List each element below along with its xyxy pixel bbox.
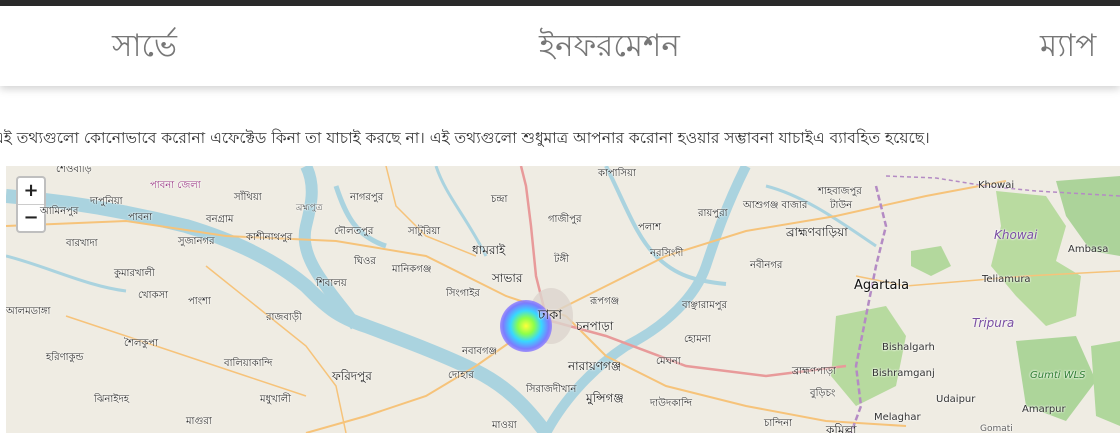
road xyxy=(385,166,477,257)
map-label: ব্রাহ্মণপাড়া xyxy=(792,366,836,377)
map-label: পলাশ xyxy=(638,222,662,233)
navbar: সার্ভে ইনফরমেশন ম্যাপ xyxy=(0,6,1120,86)
map-label: দোহার xyxy=(448,370,474,381)
map-label: বাঞ্ছারামপুর xyxy=(682,300,728,311)
map-label: Amarpur xyxy=(1022,404,1066,415)
map-label: নবাবগঞ্জ xyxy=(462,346,498,357)
nav-link-survey[interactable]: সার্ভে xyxy=(112,22,177,74)
map-label: টাউন xyxy=(830,200,853,211)
map-label: ঢাকা xyxy=(538,308,562,323)
map-label: বনগ্রাম xyxy=(206,214,234,225)
forest-area xyxy=(911,246,951,276)
map-label: ঘিওর xyxy=(354,256,376,267)
map-label: সিরাজদীখান xyxy=(526,384,577,395)
river-jamuna xyxy=(298,166,361,330)
forest-area xyxy=(1091,341,1120,426)
map-label: হরিণাকুন্ড xyxy=(46,352,84,363)
disclaimer-text: এই তথ্যগুলো কোনোভাবে করোনা এফেক্টেড কিনা… xyxy=(0,129,930,147)
map-label: বারখাদা xyxy=(66,238,98,249)
map-label: চন্দ্রা xyxy=(491,194,508,205)
zoom-in-button[interactable]: + xyxy=(18,178,44,205)
map-label: Melaghar xyxy=(874,412,921,423)
map-label: রায়পুরা xyxy=(698,208,728,219)
map-label: হোমনা xyxy=(684,334,711,345)
map-label: খোকসা xyxy=(138,290,169,301)
map-label: Bishalgarh xyxy=(882,342,935,353)
map-label: পাংশা xyxy=(188,296,211,307)
map-label: ব্রহ্মপুত্র xyxy=(296,203,323,213)
map-label: কুমিল্লা xyxy=(826,423,857,433)
map-label: দৌলতপুর xyxy=(334,226,374,237)
map-label: Bishramganj xyxy=(872,368,935,379)
map-label: Gumti WLS xyxy=(1030,370,1086,381)
river xyxy=(6,254,127,293)
map-label: মেঘনা xyxy=(656,356,681,367)
map-label: চনপাড়া xyxy=(576,319,614,333)
map-label: Khowai xyxy=(978,180,1015,191)
map-label: Agartala xyxy=(854,278,910,293)
map-label: ঝিনাইদহ xyxy=(94,394,130,405)
nav-link-information[interactable]: ইনফরমেশন xyxy=(539,22,680,74)
map-label: কাপাসিয়া xyxy=(598,168,636,179)
map-label: কুমারখালী xyxy=(114,268,155,279)
map-label: ধামরাই xyxy=(472,243,506,257)
map-label: রূপগঞ্জ xyxy=(590,296,620,307)
map-label: Teliamura xyxy=(982,274,1031,285)
map-label: টঙ্গী xyxy=(554,254,569,265)
map-label: Khowai xyxy=(994,228,1038,242)
forest-area xyxy=(831,306,906,406)
map-label: সাঁথিয়া xyxy=(234,192,262,203)
map-label: নারায়ণগঞ্জ xyxy=(568,359,622,373)
map-view[interactable]: + − শেওবাড়ি পাবনা জেলা সাঁথিয়া নাগরপুর… xyxy=(6,166,1120,433)
map-label: শিবালয় xyxy=(316,278,347,289)
map-label: সিংগাইর xyxy=(446,288,480,299)
map-label: সাটুরিয়া xyxy=(408,226,441,237)
map-label: পাবনা xyxy=(128,212,153,223)
map-label: Udaipur xyxy=(936,394,976,405)
map-label: মাওয়া xyxy=(492,420,517,431)
map-label: আমিনপুর xyxy=(40,206,79,217)
map-label: মধুখালী xyxy=(260,394,291,405)
map-label: Ambasa xyxy=(1068,244,1109,255)
map-label: মানিকগঞ্জ xyxy=(392,264,432,275)
map-label: আশুগঞ্জ বাজার xyxy=(743,200,808,211)
map-label: নবীনগর xyxy=(750,260,783,271)
map-label: রাজবাড়ী xyxy=(266,312,302,323)
map-label: আলমডাঙ্গা xyxy=(6,306,51,317)
map-label: শেওবাড়ি xyxy=(56,166,92,175)
map-label: শৈলকুপা xyxy=(124,338,159,349)
map-label: সুজানগর xyxy=(178,236,215,247)
map-label: দাপুনিয়া xyxy=(90,196,123,207)
map-label: কাশীনাথপুর xyxy=(246,232,293,243)
map-label: চান্দিনা xyxy=(764,418,793,429)
map-label: Tripura xyxy=(972,316,1015,330)
map-label: মুন্সিগঞ্জ xyxy=(586,391,624,405)
map-label: ফরিদপুর xyxy=(332,369,372,383)
map-label: নরসিংদী xyxy=(650,248,684,259)
nav-link-map[interactable]: ম্যাপ xyxy=(1040,22,1096,74)
map-label: দাউদকান্দি xyxy=(650,398,692,409)
map-label: বুড়িচং xyxy=(810,388,836,399)
map-label: পাবনা জেলা xyxy=(150,180,201,191)
map-label: নাগরপুর xyxy=(350,192,384,203)
map-label: গাজীপুর xyxy=(548,214,582,225)
map-label: মাগুরা xyxy=(186,416,212,427)
map-label: ব্রাহ্মণবাড়িয়া xyxy=(786,225,848,239)
map-label: Gomati xyxy=(980,424,1013,433)
map-label: সাভার xyxy=(492,271,523,285)
map-label: বালিয়াকান্দি xyxy=(224,358,273,369)
